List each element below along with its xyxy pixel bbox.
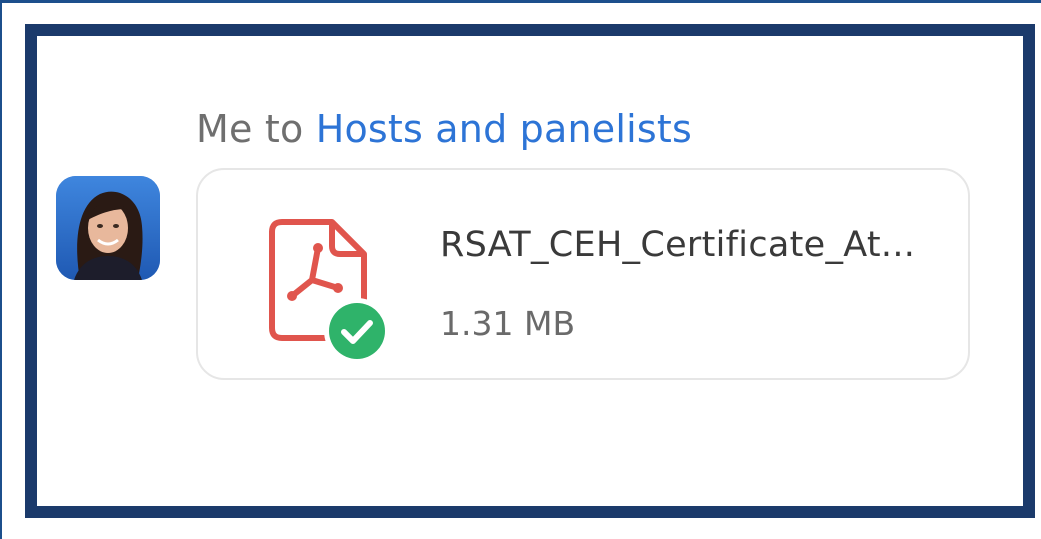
avatar-photo bbox=[56, 176, 160, 280]
message-header: Me to Hosts and panelists bbox=[196, 104, 692, 154]
file-size: 1.31 MB bbox=[440, 304, 576, 343]
avatar[interactable] bbox=[56, 176, 160, 280]
file-name[interactable]: RSAT_CEH_Certificate_At... bbox=[440, 222, 915, 268]
pdf-file-icon[interactable] bbox=[262, 218, 392, 368]
sender-name: Me bbox=[196, 107, 253, 151]
check-circle-icon bbox=[324, 298, 390, 364]
recipient-link[interactable]: Hosts and panelists bbox=[316, 107, 692, 151]
sender-connector: to bbox=[264, 107, 304, 151]
